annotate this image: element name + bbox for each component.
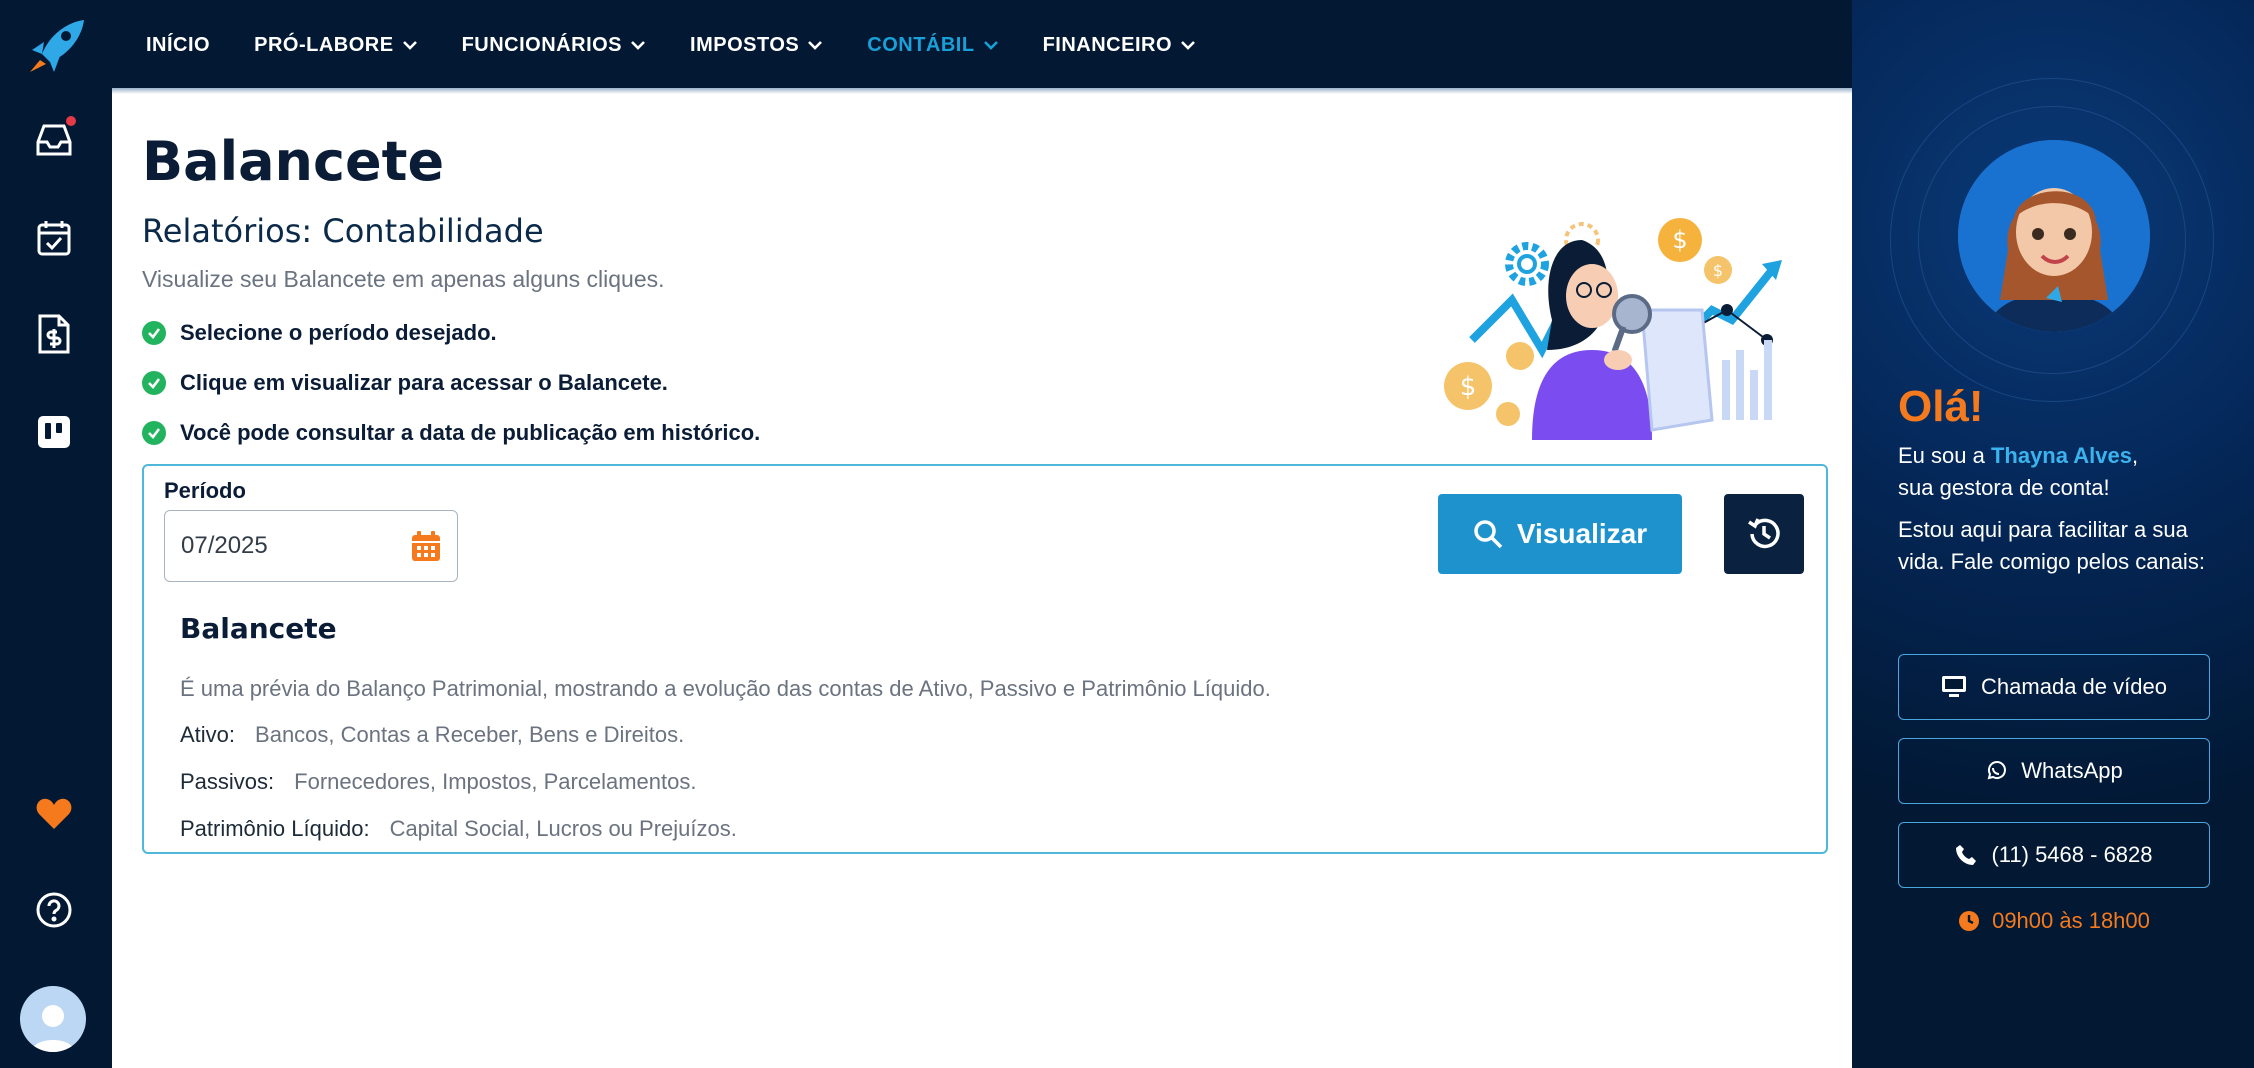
intro-prefix: Eu sou a — [1898, 443, 1991, 468]
info-title: Balancete — [180, 612, 337, 645]
rocket-logo-icon[interactable] — [20, 16, 88, 76]
check-circle-icon — [142, 321, 166, 345]
intro-suffix: , — [2131, 443, 2139, 468]
page-subtitle: Relatórios: Contabilidade — [142, 212, 544, 250]
intro-line2: sua gestora de conta! — [1898, 475, 2110, 500]
info-row: Patrimônio Líquido: Capital Social, Lucr… — [180, 816, 737, 842]
user-avatar-icon[interactable] — [20, 986, 86, 1052]
nav-label: FINANCEIRO — [1042, 33, 1173, 56]
nav-pro-labore[interactable]: PRÓ-LABORE — [254, 34, 417, 57]
nav-contabil[interactable]: CONTÁBIL — [867, 34, 998, 57]
calendar-icon[interactable] — [411, 530, 441, 562]
nav-financeiro[interactable]: FINANCEIRO — [1043, 34, 1196, 57]
check-circle-icon — [142, 371, 166, 395]
clock-icon — [1959, 911, 1980, 931]
visualizar-label: Visualizar — [1516, 518, 1648, 549]
nav-label: IMPOSTOS — [690, 33, 800, 56]
page-title: Balancete — [142, 130, 445, 193]
nav-funcionarios[interactable]: FUNCIONÁRIOS — [462, 34, 646, 57]
calendar-check-icon[interactable] — [32, 216, 76, 260]
manager-intro: Eu sou a Thayna Alves, sua gestora de co… — [1898, 440, 2218, 504]
period-value: 07/2025 — [181, 532, 268, 559]
info-row: Passivos: Fornecedores, Impostos, Parcel… — [180, 769, 696, 795]
step-text: Selecione o período desejado. — [180, 320, 497, 345]
steps-list: Selecione o período desejado. Clique em … — [142, 308, 760, 458]
chevron-down-icon — [1181, 41, 1195, 50]
invoice-dollar-icon[interactable] — [32, 312, 76, 356]
svg-text:$: $ — [1672, 226, 1687, 254]
step-item: Clique em visualizar para acessar o Bala… — [142, 358, 760, 408]
left-sidebar — [0, 0, 112, 1068]
main-content: Balancete Relatórios: Contabilidade Visu… — [112, 90, 1852, 1068]
top-navigation: INÍCIO PRÓ-LABORE FUNCIONÁRIOS IMPOSTOS … — [112, 0, 1852, 90]
phone-label: (11) 5468 - 6828 — [1991, 842, 2153, 867]
period-input[interactable]: 07/2025 — [164, 510, 458, 582]
info-row-key: Passivos: — [180, 769, 275, 794]
office-hours: 09h00 às 18h00 — [1898, 908, 2210, 934]
period-card: Período 07/2025 Visualizar Balancete É u… — [142, 464, 1828, 854]
chevron-down-icon — [808, 41, 823, 50]
nav-label: INÍCIO — [146, 33, 211, 56]
nav-inicio[interactable]: INÍCIO — [146, 34, 210, 57]
inbox-icon[interactable] — [32, 114, 78, 162]
chevron-down-icon — [402, 41, 417, 50]
step-text: Você pode consultar a data de publicação… — [180, 420, 761, 445]
info-row-key: Ativo: — [180, 722, 236, 747]
nav-label: CONTÁBIL — [867, 33, 975, 56]
accounting-illustration: $ $ $ — [1432, 200, 1822, 440]
svg-text:$: $ — [1713, 261, 1723, 280]
whatsapp-label: WhatsApp — [2021, 758, 2123, 783]
main-top-shadow — [112, 88, 1852, 94]
svg-text:$: $ — [1460, 372, 1477, 402]
account-manager-panel: Olá! Eu sou a Thayna Alves, sua gestora … — [1852, 0, 2254, 1068]
history-button[interactable] — [1724, 494, 1804, 574]
info-description: É uma prévia do Balanço Patrimonial, mos… — [180, 676, 1271, 701]
page-description: Visualize seu Balancete em apenas alguns… — [142, 266, 665, 292]
help-icon[interactable] — [32, 888, 76, 932]
whatsapp-icon — [1987, 761, 2007, 780]
period-label: Período — [164, 478, 246, 503]
history-icon — [1748, 518, 1780, 549]
whatsapp-button[interactable]: WhatsApp — [1898, 738, 2210, 804]
info-row-value: Fornecedores, Impostos, Parcelamentos. — [294, 769, 697, 794]
nav-label: FUNCIONÁRIOS — [461, 33, 623, 56]
chevron-down-icon — [631, 41, 645, 50]
info-row-value: Bancos, Contas a Receber, Bens e Direito… — [255, 722, 685, 747]
manager-message: Estou aqui para facilitar a sua vida. Fa… — [1898, 517, 2205, 574]
heart-icon[interactable] — [32, 792, 76, 836]
check-circle-icon — [142, 421, 166, 445]
step-text: Clique em visualizar para acessar o Bala… — [180, 370, 668, 395]
notification-dot — [64, 114, 78, 128]
hours-label: 09h00 às 18h00 — [1992, 908, 2150, 933]
manager-name: Thayna Alves — [1990, 443, 2132, 468]
step-item: Você pode consultar a data de publicação… — [142, 408, 760, 458]
video-call-label: Chamada de vídeo — [1981, 674, 2167, 699]
greeting: Olá! — [1898, 382, 1984, 431]
step-item: Selecione o período desejado. — [142, 308, 760, 358]
info-row-value: Capital Social, Lucros ou Prejuízos. — [389, 816, 737, 841]
phone-icon — [1956, 845, 1977, 865]
info-row: Ativo: Bancos, Contas a Receber, Bens e … — [180, 722, 684, 748]
nav-label: PRÓ-LABORE — [254, 33, 394, 56]
manager-avatar — [1958, 140, 2150, 332]
phone-button[interactable]: (11) 5468 - 6828 — [1898, 822, 2210, 888]
info-row-key: Patrimônio Líquido: — [180, 816, 370, 841]
nav-impostos[interactable]: IMPOSTOS — [690, 34, 823, 57]
chevron-down-icon — [983, 41, 998, 50]
video-call-button[interactable]: Chamada de vídeo — [1898, 654, 2210, 720]
visualizar-button[interactable]: Visualizar — [1438, 494, 1682, 574]
board-icon[interactable] — [32, 410, 76, 454]
search-icon — [1474, 520, 1503, 549]
monitor-icon — [1942, 676, 1967, 697]
